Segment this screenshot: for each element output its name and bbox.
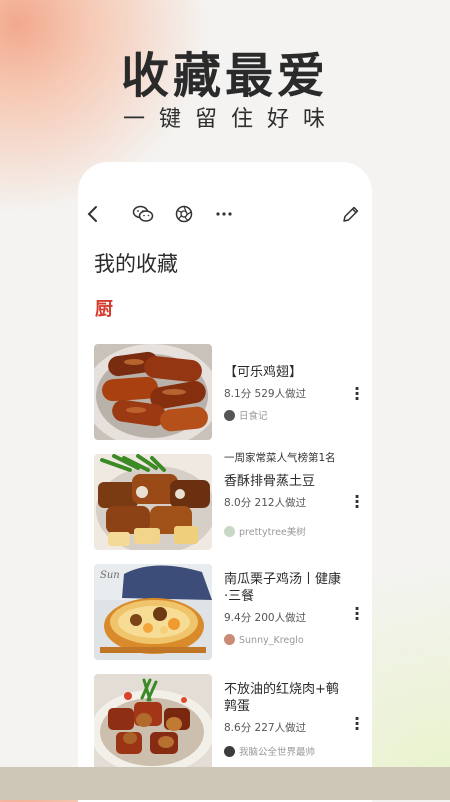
recipe-meta: 9.4分 200人做过 (224, 612, 307, 624)
promo-subline: 一键留住好味 (122, 107, 339, 132)
phone-frame: 我的收藏 厨 【可乐鸡翅】 8.1分 529人做过 日食记 · · · 一周家常… (78, 162, 372, 802)
aperture-icon[interactable] (175, 204, 193, 224)
recipe-name: 南瓜栗子鸡汤丨健康·三餐 (224, 572, 342, 604)
recipe-info: 不放油的红烧肉+鹌鹑蛋 8.6分 227人做过 我脑公全世界最帅 (224, 674, 342, 758)
chevron-left-icon[interactable] (86, 204, 100, 224)
bottom-strip (0, 767, 450, 800)
author-name: 我脑公全世界最帅 (239, 747, 316, 758)
recipe-author: Sunny_Kreglo (224, 634, 304, 646)
recipe-more-icon[interactable]: · · · (350, 711, 364, 737)
recipe-more-icon[interactable]: · · · (350, 601, 364, 627)
recipe-name: 【可乐鸡翅】 (224, 365, 303, 380)
recipe-name: 香酥排骨蒸土豆 (224, 474, 316, 489)
avatar (224, 746, 235, 757)
recipe-tag: 一周家常菜人气榜第1名 (224, 452, 336, 464)
recipe-card[interactable]: Sun 南瓜栗子鸡汤丨健康·三餐 9.4分 200人做过 Sunny_Kregl… (94, 564, 364, 660)
promo-headline: 收藏最爱 (120, 48, 329, 104)
author-name: prettytree美树 (239, 527, 306, 538)
recipe-author: 日食记 (224, 408, 268, 422)
recipe-name: 不放油的红烧肉+鹌鹑蛋 (224, 682, 339, 714)
pencil-icon[interactable] (341, 204, 359, 224)
avatar (224, 410, 235, 421)
more-horizontal-icon[interactable] (215, 204, 233, 224)
wechat-icon[interactable] (132, 204, 154, 224)
recipe-photo (94, 344, 212, 440)
avatar (224, 526, 235, 537)
recipe-card[interactable]: 一周家常菜人气榜第1名 香酥排骨蒸土豆 8.0分 212人做过 prettytr… (94, 452, 364, 550)
recipe-author: prettytree美树 (224, 524, 306, 538)
author-name: 日食记 (239, 411, 268, 422)
author-name: Sunny_Kreglo (239, 635, 304, 646)
recipe-info: 一周家常菜人气榜第1名 香酥排骨蒸土豆 8.0分 212人做过 prettytr… (224, 452, 342, 538)
recipe-photo (94, 454, 212, 550)
recipe-meta: 8.0分 212人做过 (224, 497, 307, 509)
brand-logo: 厨 (95, 299, 113, 320)
recipe-card[interactable]: 【可乐鸡翅】 8.1分 529人做过 日食记 · · · (94, 344, 364, 440)
recipe-photo: Sun (94, 564, 212, 660)
recipe-card[interactable]: 不放油的红烧肉+鹌鹑蛋 8.6分 227人做过 我脑公全世界最帅 · · · (94, 674, 364, 770)
recipe-info: 南瓜栗子鸡汤丨健康·三餐 9.4分 200人做过 Sunny_Kreglo (224, 564, 342, 646)
recipe-meta: 8.6分 227人做过 (224, 722, 307, 734)
recipe-author: 我脑公全世界最帅 (224, 744, 315, 758)
recipe-photo (94, 674, 212, 770)
recipe-more-icon[interactable]: · · · (350, 489, 364, 515)
page-title: 我的收藏 (94, 252, 178, 276)
recipe-meta: 8.1分 529人做过 (224, 388, 307, 400)
recipe-info: 【可乐鸡翅】 8.1分 529人做过 日食记 (224, 344, 342, 422)
recipe-more-icon[interactable]: · · · (350, 381, 364, 407)
svg-text:Sun: Sun (100, 570, 120, 581)
avatar (224, 634, 235, 645)
